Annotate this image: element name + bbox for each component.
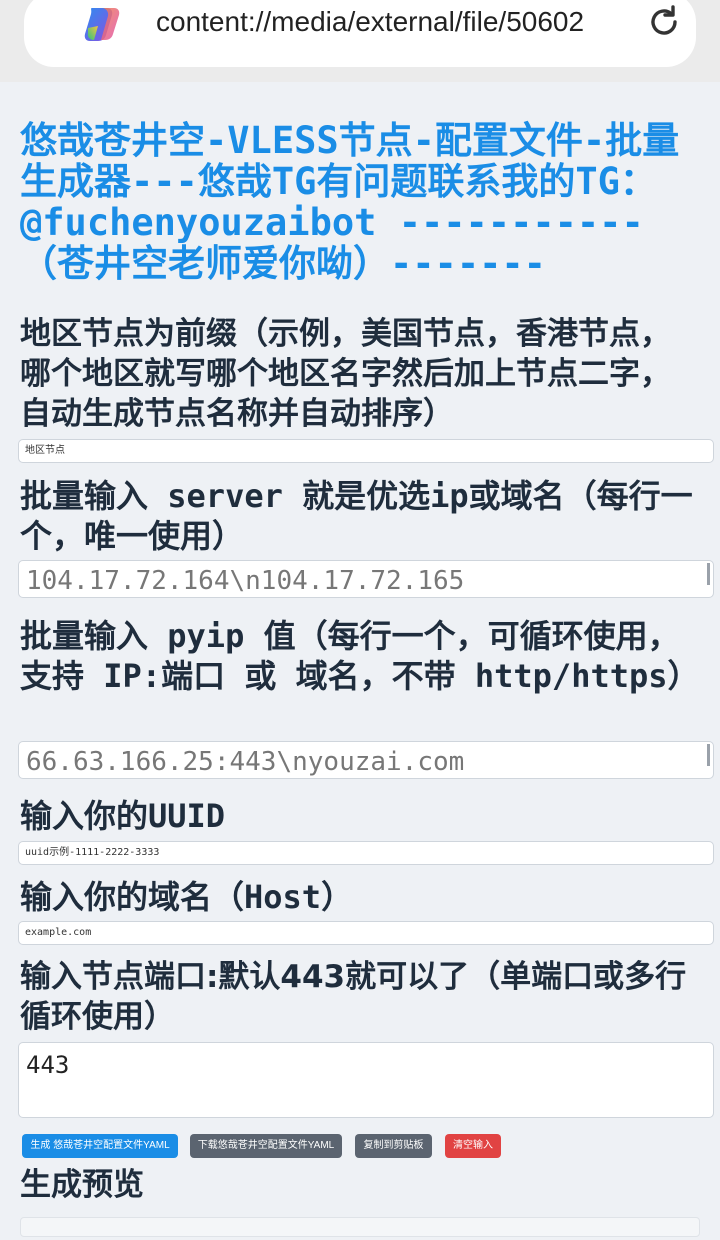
url-text[interactable]: content://media/external/file/50602 — [156, 6, 584, 38]
pyip-textarea[interactable]: 66.63.166.25:443\nyouzai.com — [18, 741, 714, 779]
preview-output[interactable] — [20, 1217, 700, 1237]
generate-yaml-button[interactable]: 生成 悠哉苍井空配置文件YAML — [22, 1134, 178, 1158]
download-yaml-button[interactable]: 下载悠哉苍井空配置文件YAML — [190, 1134, 342, 1158]
server-scrollbar[interactable] — [707, 563, 710, 585]
pyip-scrollbar[interactable] — [707, 744, 710, 766]
uuid-label: 输入你的UUID — [20, 797, 226, 835]
copy-clipboard-button[interactable]: 复制到剪贴板 — [355, 1134, 432, 1158]
page-title: 悠哉苍井空-VLESS节点-配置文件-批量生成器---悠哉TG有问题联系我的TG… — [20, 119, 680, 285]
page-content: 悠哉苍井空-VLESS节点-配置文件-批量生成器---悠哉TG有问题联系我的TG… — [0, 82, 720, 1240]
server-label: 批量输入 server 就是优选ip或域名（每行一个，唯一使用） — [20, 477, 693, 555]
pyip-label: 批量输入 pyip 值（每行一个，可循环使用，支持 IP:端口 或 域名，不带 … — [20, 617, 700, 695]
preview-heading: 生成预览 — [20, 1167, 144, 1203]
port-textarea[interactable]: 443 — [18, 1042, 714, 1118]
host-label: 输入你的域名（Host） — [20, 878, 354, 916]
uuid-input[interactable]: uuid示例-1111-2222-3333 — [18, 841, 714, 865]
clear-input-button[interactable]: 清空输入 — [445, 1134, 501, 1158]
server-placeholder: 104.17.72.164\n104.17.72.165 — [26, 566, 465, 596]
server-textarea[interactable]: 104.17.72.164\n104.17.72.165 — [18, 560, 714, 598]
port-label: 输入节点端口:默认443就可以了（单端口或多行循环使用） — [20, 959, 687, 1035]
address-bar[interactable]: content://media/external/file/50602 — [24, 0, 696, 67]
copilot-logo-icon[interactable] — [82, 2, 126, 46]
reload-icon[interactable] — [644, 2, 684, 42]
region-label: 地区节点为前缀（示例，美国节点，香港节点，哪个地区就写哪个地区名字然后加上节点二… — [20, 316, 671, 432]
pyip-placeholder: 66.63.166.25:443\nyouzai.com — [26, 747, 465, 777]
host-input[interactable]: example.com — [18, 921, 714, 945]
region-input[interactable]: 地区节点 — [18, 439, 714, 463]
browser-toolbar: content://media/external/file/50602 — [0, 0, 720, 82]
